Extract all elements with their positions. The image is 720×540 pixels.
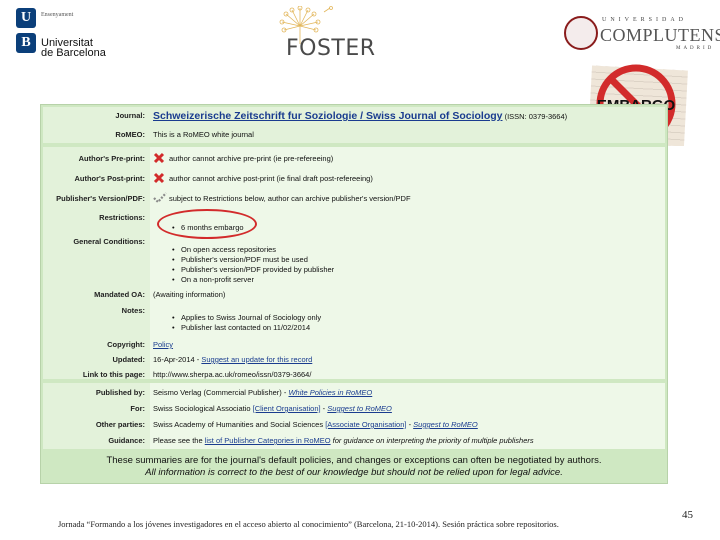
guidance-label: Guidance:: [108, 436, 145, 445]
other-parties-label: Other parties:: [95, 420, 145, 429]
updated-value: 16-Apr-2014 - Suggest an update for this…: [153, 355, 312, 364]
suggest-update-link[interactable]: Suggest an update for this record: [201, 355, 312, 364]
suggest-to-romeo-link[interactable]: Suggest to RoMEO: [327, 404, 392, 413]
condition-item: On open access repositories: [171, 245, 334, 255]
other-parties-value: Swiss Academy of Humanities and Social S…: [153, 420, 478, 429]
other-parties-row: Other parties: Swiss Academy of Humaniti…: [43, 417, 665, 433]
ucm-seal-icon: [564, 16, 598, 50]
universitat-de-barcelona-logo: UB Ensenyament Universitat de Barcelona: [16, 8, 126, 59]
for-label: For:: [130, 404, 145, 413]
publisher-categories-link[interactable]: list of Publisher Categories in RoMEO: [205, 436, 331, 445]
journal-row: Journal: Schweizerische Zeitschrift fur …: [43, 108, 665, 126]
updated-date: 16-Apr-2014: [153, 355, 195, 364]
published-by-row: Published by: Seismo Verlag (Commercial …: [43, 385, 665, 401]
mandated-oa-label: Mandated OA:: [94, 290, 145, 299]
cross-icon: [153, 152, 165, 164]
slide-caption: Jornada “Formando a los jóvenes investig…: [58, 519, 559, 529]
conditional-tick-icon: [153, 192, 167, 204]
condition-item: Publisher's version/PDF must be used: [171, 255, 334, 265]
condition-item: On a non-profit server: [171, 275, 334, 285]
restrictions-row: Restrictions: 6 months embargo: [43, 209, 665, 237]
mandated-oa-value: (Awaiting information): [153, 290, 226, 299]
associate-organisation-link[interactable]: [Associate Organisation]: [325, 420, 406, 429]
copyright-value: Policy: [153, 340, 173, 349]
romeo-label: RoMEO:: [115, 130, 145, 139]
ub-small-text: Ensenyament: [41, 12, 74, 18]
postprint-row: Author's Post-print: author cannot archi…: [43, 171, 665, 187]
preprint-value: author cannot archive pre-print (ie pre-…: [169, 154, 334, 163]
notes-list: Applies to Swiss Journal of Sociology on…: [171, 313, 321, 333]
page-link-value[interactable]: http://www.sherpa.ac.uk/romeo/issn/0379-…: [153, 370, 311, 379]
embargo-highlight-circle: [157, 209, 257, 239]
publisher-section: Published by: Seismo Verlag (Commercial …: [43, 383, 665, 449]
publisher-name: Seismo Verlag (Commercial Publisher): [153, 388, 282, 397]
disclaimer: These summaries are for the journal's de…: [43, 451, 665, 483]
general-conditions-label: General Conditions:: [73, 237, 145, 246]
universidad-complutense-logo: UNIVERSIDAD COMPLUTENSE MADRID: [564, 16, 720, 56]
ucm-line2: COMPLUTENSE: [600, 25, 720, 45]
note-item: Publisher last contacted on 11/02/2014: [171, 323, 321, 333]
publisher-pdf-row: Publisher's Version/PDF: subject to Rest…: [43, 191, 665, 207]
restrictions-label: Restrictions:: [99, 213, 145, 222]
copyright-row: Copyright: Policy: [43, 337, 665, 353]
publisher-pdf-value: subject to Restrictions below, author ca…: [169, 194, 411, 203]
postprint-label: Author's Post-print:: [74, 174, 145, 183]
foster-wordmark: FOSTER: [286, 36, 376, 61]
general-conditions-list: On open access repositories Publisher's …: [171, 245, 334, 285]
postprint-value: author cannot archive post-print (ie fin…: [169, 174, 373, 183]
journal-issn: (ISSN: 0379-3664): [504, 112, 568, 121]
preprint-row: Author's Pre-print: author cannot archiv…: [43, 151, 665, 167]
disclaimer-line2: All information is correct to the best o…: [145, 467, 563, 478]
romeo-value: This is a RoMEO white journal: [153, 130, 254, 139]
for-value: Swiss Sociological Associatio [Client Or…: [153, 404, 392, 413]
suggest-to-romeo-link[interactable]: Suggest to RoMEO: [413, 420, 478, 429]
guidance-value: Please see the list of Publisher Categor…: [153, 436, 534, 445]
for-row: For: Swiss Sociological Associatio [Clie…: [43, 401, 665, 417]
preprint-label: Author's Pre-print:: [78, 154, 145, 163]
publisher-pdf-label: Publisher's Version/PDF:: [56, 194, 145, 203]
romeo-row: RoMEO: This is a RoMEO white journal: [43, 127, 665, 143]
disclaimer-line1: These summaries are for the journal's de…: [106, 455, 602, 466]
for-organisation: Swiss Sociological Associatio: [153, 404, 251, 413]
guidance-post: for guidance on interpreting the priorit…: [330, 436, 534, 445]
updated-row: Updated: 16-Apr-2014 - Suggest an update…: [43, 352, 665, 368]
ucm-line3: MADRID: [676, 46, 715, 51]
mandated-oa-row: Mandated OA: (Awaiting information): [43, 287, 665, 303]
client-organisation-link[interactable]: [Client Organisation]: [253, 404, 321, 413]
updated-label: Updated:: [112, 355, 146, 364]
white-policies-link[interactable]: White Policies in RoMEO: [288, 388, 372, 397]
policy-section: Author's Pre-print: author cannot archiv…: [43, 147, 665, 379]
note-item: Applies to Swiss Journal of Sociology on…: [171, 313, 321, 323]
ub-name-line2: de Barcelona: [41, 47, 106, 59]
romeo-record-screenshot: Journal: Schweizerische Zeitschrift fur …: [40, 104, 668, 484]
journal-section: Journal: Schweizerische Zeitschrift fur …: [43, 107, 665, 143]
foster-logo: FOSTER: [276, 6, 386, 61]
guidance-pre: Please see the: [153, 436, 205, 445]
guidance-row: Guidance: Please see the list of Publish…: [43, 433, 665, 449]
page-number: 45: [682, 509, 693, 521]
copyright-policy-link[interactable]: Policy: [153, 340, 173, 349]
general-conditions-row: General Conditions: On open access repos…: [43, 235, 665, 295]
link-row: Link to this page: http://www.sherpa.ac.…: [43, 367, 665, 383]
copyright-label: Copyright:: [107, 340, 145, 349]
journal-value: Schweizerische Zeitschrift fur Soziologi…: [153, 110, 567, 122]
published-by-value: Seismo Verlag (Commercial Publisher) - W…: [153, 388, 372, 397]
ub-name: Universitat de Barcelona: [41, 38, 106, 59]
notes-label: Notes:: [121, 306, 145, 315]
journal-title-link[interactable]: Schweizerische Zeitschrift fur Soziologi…: [153, 110, 503, 122]
other-organisation: Swiss Academy of Humanities and Social S…: [153, 420, 324, 429]
published-by-label: Published by:: [95, 388, 145, 397]
cross-icon: [153, 172, 165, 184]
link-label: Link to this page:: [82, 370, 145, 379]
ub-shield-icon: UB: [16, 8, 36, 54]
notes-row: Notes: Applies to Swiss Journal of Socio…: [43, 303, 665, 339]
condition-item: Publisher's version/PDF provided by publ…: [171, 265, 334, 275]
ucm-line1: UNIVERSIDAD: [602, 17, 687, 23]
journal-label: Journal:: [115, 111, 145, 120]
